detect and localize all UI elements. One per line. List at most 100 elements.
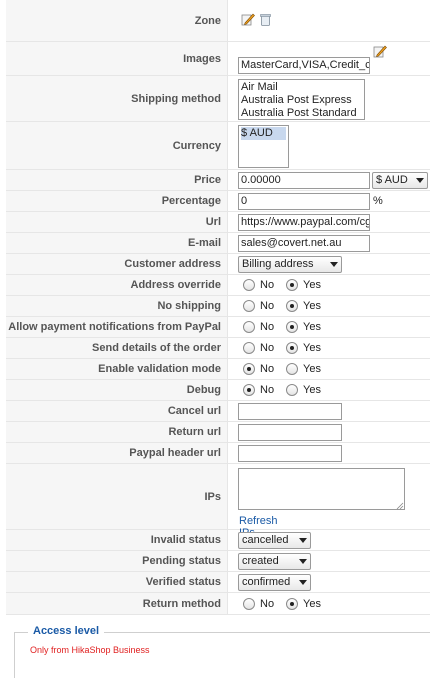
invalid-status-row: Invalid status cancelled (6, 530, 430, 551)
send-details-label: Send details of the order (6, 338, 228, 358)
validation-mode-label: Enable validation mode (6, 359, 228, 379)
cancel-url-input[interactable] (238, 403, 342, 420)
images-input[interactable]: MasterCard,VISA,Credit_card (238, 57, 370, 74)
price-label: Price (6, 170, 228, 190)
pending-status-label: Pending status (6, 551, 228, 571)
ips-label: IPs (6, 464, 228, 529)
chevron-down-icon (299, 559, 307, 564)
ips-textarea[interactable] (238, 468, 405, 510)
return-url-row: Return url (6, 422, 430, 443)
no-shipping-yes[interactable]: Yes (286, 300, 321, 312)
access-level-note: Only from HikaShop Business (30, 645, 150, 655)
return-url-label: Return url (6, 422, 228, 442)
pending-status-select[interactable]: created (238, 553, 311, 570)
address-override-no[interactable]: No (243, 279, 274, 291)
header-url-row: Paypal header url (6, 443, 430, 464)
radio-icon (243, 598, 255, 610)
price-row: Price 0.00000 $ AUD (6, 170, 430, 191)
images-label: Images (6, 42, 228, 75)
percent-unit: % (373, 195, 383, 207)
address-override-yes[interactable]: Yes (286, 279, 321, 291)
url-row: Url https://www.paypal.com/cgi (6, 212, 430, 233)
chevron-down-icon (299, 580, 307, 585)
header-url-input[interactable] (238, 445, 342, 462)
return-method-label: Return method (6, 593, 228, 614)
radio-selected-icon (286, 300, 298, 312)
radio-selected-icon (243, 363, 255, 375)
price-currency-select[interactable]: $ AUD (372, 172, 428, 189)
url-label: Url (6, 212, 228, 232)
shipping-method-row: Shipping method Air Mail Australia Post … (6, 76, 430, 122)
percentage-label: Percentage (6, 191, 228, 211)
debug-yes[interactable]: Yes (286, 384, 321, 396)
invalid-status-select[interactable]: cancelled (238, 532, 311, 549)
ips-row: IPs Refresh IPs (6, 464, 430, 539)
radio-icon (243, 321, 255, 333)
invalid-status-label: Invalid status (6, 530, 228, 550)
chevron-down-icon (330, 262, 338, 267)
no-shipping-no[interactable]: No (243, 300, 274, 312)
shipping-method-list[interactable]: Air Mail Australia Post Express Australi… (238, 79, 365, 120)
currency-row: Currency $ AUD (6, 122, 430, 170)
email-row: E-mail sales@covert.net.au (6, 233, 430, 254)
no-shipping-label: No shipping (6, 296, 228, 316)
chevron-down-icon (299, 538, 307, 543)
chevron-down-icon (416, 178, 424, 183)
url-input[interactable]: https://www.paypal.com/cgi (238, 214, 370, 231)
resize-handle-icon[interactable] (396, 502, 404, 510)
return-url-input[interactable] (238, 424, 342, 441)
radio-selected-icon (286, 342, 298, 354)
payment-notifications-yes[interactable]: Yes (286, 321, 321, 333)
zone-row: Zone (6, 0, 430, 42)
edit-icon[interactable] (241, 12, 255, 26)
no-shipping-row: No shipping No Yes (6, 296, 430, 317)
trash-icon[interactable] (260, 13, 271, 26)
radio-selected-icon (243, 384, 255, 396)
list-option[interactable]: Australia Post Express (241, 94, 362, 107)
cancel-url-label: Cancel url (6, 401, 228, 421)
images-row: Images MasterCard,VISA,Credit_card (6, 42, 430, 76)
debug-no[interactable]: No (243, 384, 274, 396)
radio-icon (286, 363, 298, 375)
send-details-row: Send details of the order No Yes (6, 338, 430, 359)
send-details-yes[interactable]: Yes (286, 342, 321, 354)
address-override-row: Address override No Yes (6, 275, 430, 296)
customer-address-label: Customer address (6, 254, 228, 274)
validation-mode-no[interactable]: No (243, 363, 274, 375)
radio-icon (286, 384, 298, 396)
payment-notifications-row: Allow payment notifications from PayPal … (6, 317, 430, 338)
header-url-label: Paypal header url (6, 443, 228, 463)
customer-address-row: Customer address Billing address (6, 254, 430, 275)
verified-status-row: Verified status confirmed (6, 572, 430, 593)
access-level-legend: Access level (28, 625, 105, 637)
email-label: E-mail (6, 233, 228, 253)
return-method-yes[interactable]: Yes (286, 598, 321, 610)
percentage-input[interactable]: 0 (238, 193, 370, 210)
payment-notifications-no[interactable]: No (243, 321, 274, 333)
currency-list[interactable]: $ AUD (238, 125, 289, 168)
pending-status-row: Pending status created (6, 551, 430, 572)
send-details-no[interactable]: No (243, 342, 274, 354)
radio-selected-icon (286, 598, 298, 610)
radio-selected-icon (286, 321, 298, 333)
debug-label: Debug (6, 380, 228, 400)
verified-status-label: Verified status (6, 572, 228, 592)
edit-icon[interactable] (373, 44, 387, 58)
list-option[interactable]: $ AUD (241, 127, 286, 140)
payment-notifications-label: Allow payment notifications from PayPal (6, 317, 228, 337)
price-input[interactable]: 0.00000 (238, 172, 370, 189)
verified-status-select[interactable]: confirmed (238, 574, 311, 591)
customer-address-select[interactable]: Billing address (238, 256, 342, 273)
return-method-row: Return method No Yes (6, 593, 430, 615)
debug-row: Debug No Yes (6, 380, 430, 401)
list-option[interactable]: Air Mail (241, 81, 362, 94)
radio-selected-icon (286, 279, 298, 291)
percentage-row: Percentage 0 % (6, 191, 430, 212)
email-field[interactable]: sales@covert.net.au (238, 235, 370, 252)
radio-icon (243, 300, 255, 312)
cancel-url-row: Cancel url (6, 401, 430, 422)
return-method-no[interactable]: No (243, 598, 274, 610)
list-option[interactable]: Australia Post Standard (241, 107, 362, 120)
validation-mode-yes[interactable]: Yes (286, 363, 321, 375)
validation-mode-row: Enable validation mode No Yes (6, 359, 430, 380)
